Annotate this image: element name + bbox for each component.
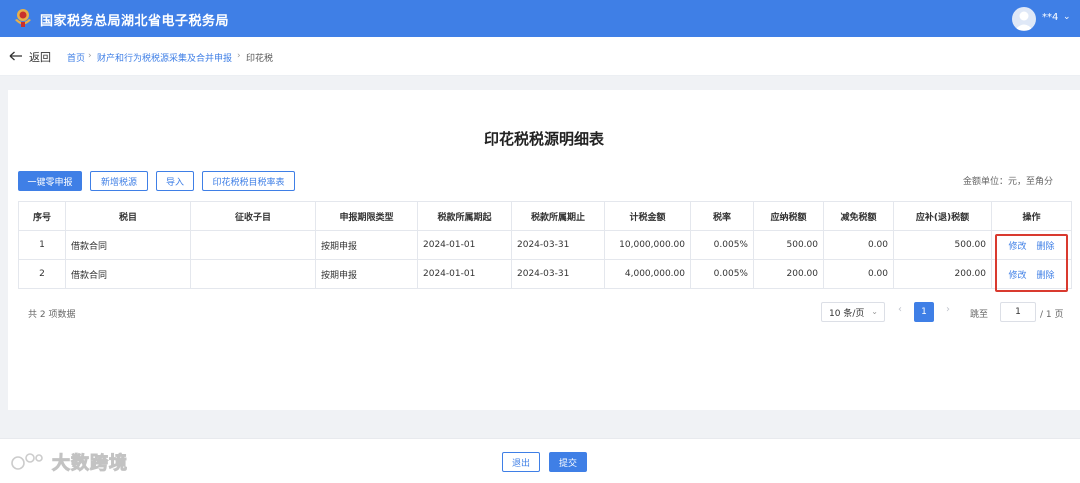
cell-sub-item bbox=[190, 259, 316, 289]
column-header: 应补(退)税额 bbox=[893, 201, 992, 231]
app-title: 国家税务总局湖北省电子税务局 bbox=[40, 14, 230, 29]
actions-highlight-box bbox=[995, 234, 1068, 292]
column-header: 税率 bbox=[690, 201, 754, 231]
total-pages: / 1 页 bbox=[1040, 310, 1064, 320]
cell-no: 2 bbox=[18, 259, 66, 289]
cell-sub-item bbox=[190, 230, 316, 260]
column-header: 应纳税额 bbox=[753, 201, 824, 231]
cell-period-type: 按期申报 bbox=[315, 230, 418, 260]
rate-table-button[interactable]: 印花税税目税率表 bbox=[202, 171, 295, 191]
tax-source-table: 序号 税目 征收子目 申报期限类型 税款所属期起 税款所属期止 计税金额 税率 … bbox=[18, 201, 1072, 289]
cell-item: 借款合同 bbox=[65, 259, 191, 289]
breadcrumb-separator: › bbox=[237, 51, 241, 61]
page-size-value: 10 条/页 bbox=[829, 308, 865, 319]
column-header: 征收子目 bbox=[190, 201, 316, 231]
back-button[interactable]: 返回 bbox=[29, 49, 51, 65]
cell-tax-payable: 500.00 bbox=[753, 230, 824, 260]
column-header: 税目 bbox=[65, 201, 191, 231]
total-count: 共 2 项数据 bbox=[28, 310, 76, 320]
cell-start-date: 2024-01-01 bbox=[417, 259, 512, 289]
page-title: 印花税税源明细表 bbox=[483, 130, 604, 148]
submit-button[interactable]: 提交 bbox=[549, 452, 587, 472]
main-card: 印花税税源明细表 一键零申报 新增税源 导入 印花税税目税率表 金额单位：元，至… bbox=[8, 90, 1080, 410]
cell-tax-relief: 0.00 bbox=[823, 230, 894, 260]
amount-unit-note: 金额单位：元，至角分 bbox=[963, 177, 1054, 187]
current-page-button[interactable]: 1 bbox=[914, 302, 934, 322]
watermark-logo-icon bbox=[11, 453, 43, 470]
column-header: 税款所属期起 bbox=[417, 201, 512, 231]
cell-period-type: 按期申报 bbox=[315, 259, 418, 289]
breadcrumb-category[interactable]: 财产和行为税税源采集及合并申报 bbox=[97, 51, 232, 64]
page-size-select[interactable]: 10 条/页 ⌄ bbox=[821, 302, 885, 322]
column-header: 税款所属期止 bbox=[511, 201, 605, 231]
breadcrumb-current: 印花税 bbox=[246, 54, 274, 64]
import-button[interactable]: 导入 bbox=[156, 171, 194, 191]
column-header: 操作 bbox=[991, 201, 1072, 231]
chevron-down-icon: ⌄ bbox=[871, 307, 878, 316]
breadcrumb-separator: › bbox=[88, 51, 92, 61]
username[interactable]: **4 bbox=[1042, 12, 1058, 23]
add-source-button[interactable]: 新增税源 bbox=[90, 171, 148, 191]
user-avatar[interactable] bbox=[1012, 7, 1036, 31]
footer-bar: 退出 提交 bbox=[0, 438, 1080, 483]
cell-tax-due: 500.00 bbox=[893, 230, 992, 260]
column-header: 计税金额 bbox=[604, 201, 691, 231]
cell-tax-payable: 200.00 bbox=[753, 259, 824, 289]
column-header: 减免税额 bbox=[823, 201, 894, 231]
table-header-row: 序号 税目 征收子目 申报期限类型 税款所属期起 税款所属期止 计税金额 税率 … bbox=[18, 201, 1072, 231]
cell-taxable-amount: 10,000,000.00 bbox=[604, 230, 691, 260]
app-header: 国家税务总局湖北省电子税务局 **4 ⌄ bbox=[0, 0, 1080, 37]
table-row: 1 借款合同 按期申报 2024-01-01 2024-03-31 10,000… bbox=[18, 230, 1072, 260]
chevron-right-icon[interactable]: › bbox=[946, 304, 950, 315]
breadcrumb-home[interactable]: 首页 bbox=[67, 51, 85, 64]
jump-label: 跳至 bbox=[970, 310, 989, 320]
cell-tax-rate: 0.005% bbox=[690, 259, 754, 289]
column-header: 申报期限类型 bbox=[315, 201, 418, 231]
cell-end-date: 2024-03-31 bbox=[511, 259, 605, 289]
column-header: 序号 bbox=[18, 201, 66, 231]
tax-emblem-icon bbox=[15, 9, 31, 27]
exit-button[interactable]: 退出 bbox=[502, 452, 540, 472]
cell-start-date: 2024-01-01 bbox=[417, 230, 512, 260]
user-icon bbox=[1015, 11, 1033, 30]
chevron-left-icon[interactable]: ‹ bbox=[898, 304, 902, 315]
cell-tax-due: 200.00 bbox=[893, 259, 992, 289]
jump-page-input[interactable] bbox=[1000, 302, 1036, 322]
arrow-left-icon[interactable] bbox=[8, 48, 24, 64]
breadcrumb-bar: 返回 首页 › 财产和行为税税源采集及合并申报 › 印花税 bbox=[0, 37, 1080, 76]
chevron-down-icon[interactable]: ⌄ bbox=[1063, 12, 1071, 22]
cell-tax-relief: 0.00 bbox=[823, 259, 894, 289]
table-row: 2 借款合同 按期申报 2024-01-01 2024-03-31 4,000,… bbox=[18, 259, 1072, 289]
watermark-text: 大数跨境 bbox=[52, 453, 128, 475]
cell-no: 1 bbox=[18, 230, 66, 260]
cell-item: 借款合同 bbox=[65, 230, 191, 260]
cell-taxable-amount: 4,000,000.00 bbox=[604, 259, 691, 289]
cell-tax-rate: 0.005% bbox=[690, 230, 754, 260]
watermark: 大数跨境 bbox=[10, 449, 128, 475]
cell-end-date: 2024-03-31 bbox=[511, 230, 605, 260]
zero-report-button[interactable]: 一键零申报 bbox=[18, 171, 82, 191]
